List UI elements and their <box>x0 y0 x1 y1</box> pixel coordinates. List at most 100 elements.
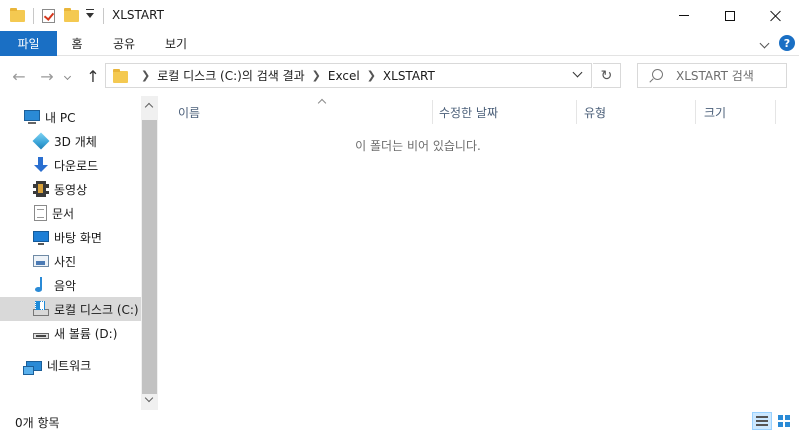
navigation-pane: 내 PC 3D 개체 다운로드 동영상 문서 바탕 화면 사진 음악 로컬 디스… <box>0 96 141 410</box>
sidebar-item-new-volume-d[interactable]: 새 볼륨 (D:) <box>0 321 141 345</box>
sidebar-item-label: 다운로드 <box>54 158 99 173</box>
new-folder-icon[interactable] <box>64 0 79 31</box>
sidebar-item-network[interactable]: 네트워크 <box>0 353 141 377</box>
sidebar-item-documents[interactable]: 문서 <box>0 201 141 225</box>
customize-toolbar-icon[interactable] <box>86 0 94 31</box>
sidebar-item-label: 3D 개체 <box>54 134 97 149</box>
folder-icon <box>113 69 128 83</box>
sidebar-item-3d-objects[interactable]: 3D 개체 <box>0 129 141 153</box>
item-count: 0개 항목 <box>15 416 60 430</box>
expand-ribbon-chevron-icon[interactable] <box>759 38 770 49</box>
file-list: 이름 수정한 날짜 유형 크기 이 폴더는 비어 있습니다. <box>158 96 799 410</box>
breadcrumb-excel[interactable]: Excel <box>328 69 360 83</box>
sidebar-item-label: 사진 <box>54 254 77 269</box>
details-view-button[interactable] <box>752 412 772 430</box>
sidebar-item-label: 동영상 <box>54 182 88 197</box>
breadcrumb-search-results[interactable]: 로컬 디스크 (C:)의 검색 결과 <box>157 67 304 84</box>
sidebar-item-desktop[interactable]: 바탕 화면 <box>0 225 141 249</box>
search-icon <box>652 69 663 80</box>
large-icons-view-button[interactable] <box>774 412 794 430</box>
desktop-icon <box>33 230 49 245</box>
document-icon <box>34 205 47 221</box>
network-icon <box>23 361 42 375</box>
empty-folder-message: 이 폴더는 비어 있습니다. <box>355 139 481 153</box>
column-header-label: 크기 <box>704 105 727 120</box>
sidebar-item-videos[interactable]: 동영상 <box>0 177 141 201</box>
column-header-date-modified[interactable]: 수정한 날짜 <box>439 100 575 124</box>
scroll-down-arrow-icon[interactable] <box>144 393 154 403</box>
column-header-type[interactable]: 유형 <box>584 100 694 124</box>
local-disk-icon <box>33 300 49 316</box>
properties-icon[interactable] <box>42 0 55 31</box>
tab-file[interactable]: 파일 <box>0 31 57 56</box>
refresh-icon: ↻ <box>600 67 613 84</box>
navigation-pane-scrollbar[interactable] <box>141 96 158 410</box>
pc-icon <box>24 110 40 124</box>
folder-icon <box>10 0 25 31</box>
close-button[interactable] <box>753 0 799 31</box>
minimize-icon <box>679 15 689 16</box>
up-button[interactable]: ↑ <box>82 65 104 87</box>
chevron-down-icon <box>63 72 71 80</box>
search-input[interactable] <box>676 67 784 84</box>
sidebar-item-music[interactable]: 음악 <box>0 273 141 297</box>
sidebar-item-label: 내 PC <box>45 110 76 125</box>
sidebar-item-label: 네트워크 <box>47 358 92 373</box>
breadcrumb-xlstart[interactable]: XLSTART <box>383 69 435 83</box>
scroll-up-arrow-icon[interactable] <box>144 102 154 112</box>
ribbon-tabs: 파일 홈 공유 보기 <box>0 31 799 56</box>
column-divider[interactable] <box>695 100 696 124</box>
close-icon <box>770 10 782 22</box>
column-header-label: 유형 <box>584 105 607 120</box>
back-button[interactable]: ← <box>8 65 30 87</box>
column-divider[interactable] <box>775 100 776 124</box>
sidebar-item-pictures[interactable]: 사진 <box>0 249 141 273</box>
video-icon <box>33 181 49 197</box>
drive-icon <box>33 333 49 339</box>
sidebar-item-this-pc[interactable]: 내 PC <box>0 105 141 129</box>
breadcrumb-chevron-icon[interactable]: ❯ <box>141 69 150 82</box>
sidebar-item-label: 문서 <box>52 206 75 221</box>
3d-objects-icon <box>32 132 50 150</box>
column-divider[interactable] <box>576 100 577 124</box>
sort-ascending-icon <box>317 98 327 108</box>
recent-locations-button[interactable] <box>60 65 74 87</box>
sidebar-item-label: 바탕 화면 <box>54 230 102 245</box>
breadcrumb-chevron-icon[interactable]: ❯ <box>367 69 376 82</box>
sidebar-item-downloads[interactable]: 다운로드 <box>0 153 141 177</box>
sidebar-item-local-disk-c[interactable]: 로컬 디스크 (C:) <box>0 297 141 321</box>
large-icons-view-icon <box>778 415 790 427</box>
scrollbar-thumb[interactable] <box>142 120 157 394</box>
pictures-icon <box>33 255 49 267</box>
refresh-button[interactable]: ↻ <box>593 63 621 88</box>
column-header-size[interactable]: 크기 <box>704 100 774 124</box>
quick-access-separator <box>33 0 34 31</box>
status-bar: 0개 항목 <box>0 410 799 433</box>
title-separator <box>103 0 104 31</box>
sidebar-item-label: 로컬 디스크 (C:) <box>54 302 139 317</box>
back-arrow-icon: ← <box>12 66 26 86</box>
search-box[interactable] <box>637 63 787 88</box>
details-view-icon <box>756 416 768 426</box>
address-bar[interactable]: ❯ 로컬 디스크 (C:)의 검색 결과 ❯ Excel ❯ XLSTART <box>105 63 592 88</box>
forward-button[interactable]: → <box>36 65 58 87</box>
breadcrumb-chevron-icon[interactable]: ❯ <box>312 69 321 82</box>
forward-arrow-icon: → <box>40 66 54 86</box>
maximize-button[interactable] <box>707 0 753 31</box>
help-icon[interactable]: ? <box>779 35 795 51</box>
sidebar-item-label: 음악 <box>54 278 77 293</box>
download-icon <box>33 157 49 173</box>
minimize-button[interactable] <box>661 0 707 31</box>
tab-share[interactable]: 공유 <box>99 31 149 56</box>
column-header-name[interactable]: 이름 <box>178 98 431 124</box>
tab-view[interactable]: 보기 <box>151 31 201 56</box>
title-bar: XLSTART <box>0 0 799 31</box>
up-arrow-icon: ↑ <box>86 66 100 86</box>
maximize-icon <box>725 10 735 21</box>
column-header-label: 이름 <box>178 105 201 120</box>
tab-home[interactable]: 홈 <box>57 31 97 56</box>
sidebar-item-label: 새 볼륨 (D:) <box>54 326 118 341</box>
column-divider[interactable] <box>432 100 433 124</box>
breadcrumb: ❯ 로컬 디스크 (C:)의 검색 결과 ❯ Excel ❯ XLSTART <box>134 64 435 87</box>
column-header-label: 수정한 날짜 <box>439 105 499 120</box>
